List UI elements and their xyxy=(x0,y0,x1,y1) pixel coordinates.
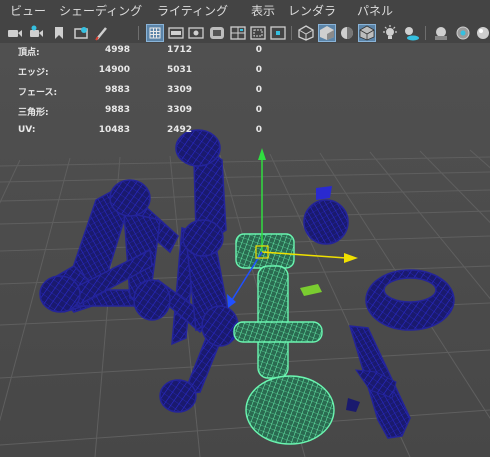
isolate-select-icon[interactable] xyxy=(432,24,450,42)
torus-mesh xyxy=(365,269,455,331)
hud-triangles-total: 9883 xyxy=(104,105,130,115)
pencil-icon[interactable] xyxy=(93,24,111,42)
selection-pivot-marker xyxy=(300,284,322,296)
grid-icon[interactable] xyxy=(146,24,164,42)
hud-triangles-selected: 3309 xyxy=(166,105,192,115)
camera-icon[interactable] xyxy=(6,24,24,42)
menu-show[interactable]: 表示 xyxy=(251,4,275,18)
hud-faces-component: 0 xyxy=(255,85,262,95)
viewport-panel: ビュー シェーディング ライティング 表示 レンダラ パネル 頂点: 4998 … xyxy=(0,0,490,457)
hud-vertices-component: 0 xyxy=(255,45,262,55)
panel-toolbar xyxy=(0,23,490,43)
menu-renderer[interactable]: レンダラ xyxy=(288,4,336,18)
safe-title-icon[interactable] xyxy=(269,24,287,42)
hud-faces-total: 9883 xyxy=(104,85,130,95)
hud-vertices-selected: 1712 xyxy=(166,45,192,55)
wireframe-icon[interactable] xyxy=(297,24,315,42)
wireframe-on-shaded-icon[interactable] xyxy=(358,24,376,42)
flat-shade-icon[interactable] xyxy=(338,24,356,42)
hud-edges-component: 0 xyxy=(255,65,262,75)
chain-link-mesh xyxy=(346,325,411,439)
3d-viewport[interactable]: 頂点: 4998 1712 0 エッジ: 14900 5031 0 フェース: … xyxy=(0,43,490,457)
hud-edges-total: 14900 xyxy=(98,65,130,75)
safe-action-icon[interactable] xyxy=(249,24,267,42)
camera-attributes-icon[interactable] xyxy=(28,24,46,42)
selected-wrench-mesh xyxy=(233,233,335,445)
hud-label-faces: フェース: xyxy=(18,88,58,98)
small-sphere-mesh xyxy=(303,186,349,245)
hud-vertices-total: 4998 xyxy=(104,45,130,55)
hud-uvs-selected: 2492 xyxy=(166,125,192,135)
toolbar-divider xyxy=(138,26,139,40)
hud-edges-selected: 5031 xyxy=(166,65,192,75)
film-gate-icon[interactable] xyxy=(167,24,185,42)
menu-shading[interactable]: シェーディング xyxy=(59,4,142,18)
hud-uvs-total: 10483 xyxy=(98,125,130,135)
hud-label-vertices: 頂点: xyxy=(18,48,40,58)
menu-panels[interactable]: パネル xyxy=(357,4,393,18)
toolbar-divider xyxy=(291,26,292,40)
resolution-gate-icon[interactable] xyxy=(187,24,205,42)
smooth-shade-icon[interactable] xyxy=(318,24,336,42)
xray-icon[interactable] xyxy=(454,24,472,42)
shadows-icon[interactable] xyxy=(402,24,420,42)
menu-view[interactable]: ビュー xyxy=(10,4,46,18)
hud-label-edges: エッジ: xyxy=(18,68,49,78)
gate-mask-icon[interactable] xyxy=(208,24,226,42)
hud-uvs-component: 0 xyxy=(255,125,262,135)
menu-lighting[interactable]: ライティング xyxy=(157,4,228,18)
field-chart-icon[interactable] xyxy=(229,24,247,42)
hud-label-uvs: UV: xyxy=(18,125,36,135)
hud-label-triangles: 三角形: xyxy=(18,108,49,118)
toolbar-divider xyxy=(425,26,426,40)
bookmark-icon[interactable] xyxy=(50,24,68,42)
hud-triangles-component: 0 xyxy=(255,105,262,115)
panel-menu-bar: ビュー シェーディング ライティング 表示 レンダラ パネル xyxy=(0,0,490,23)
xray-joints-icon[interactable] xyxy=(474,24,490,42)
hud-faces-selected: 3309 xyxy=(166,85,192,95)
image-plane-icon[interactable] xyxy=(72,24,90,42)
default-lighting-icon[interactable] xyxy=(381,24,399,42)
